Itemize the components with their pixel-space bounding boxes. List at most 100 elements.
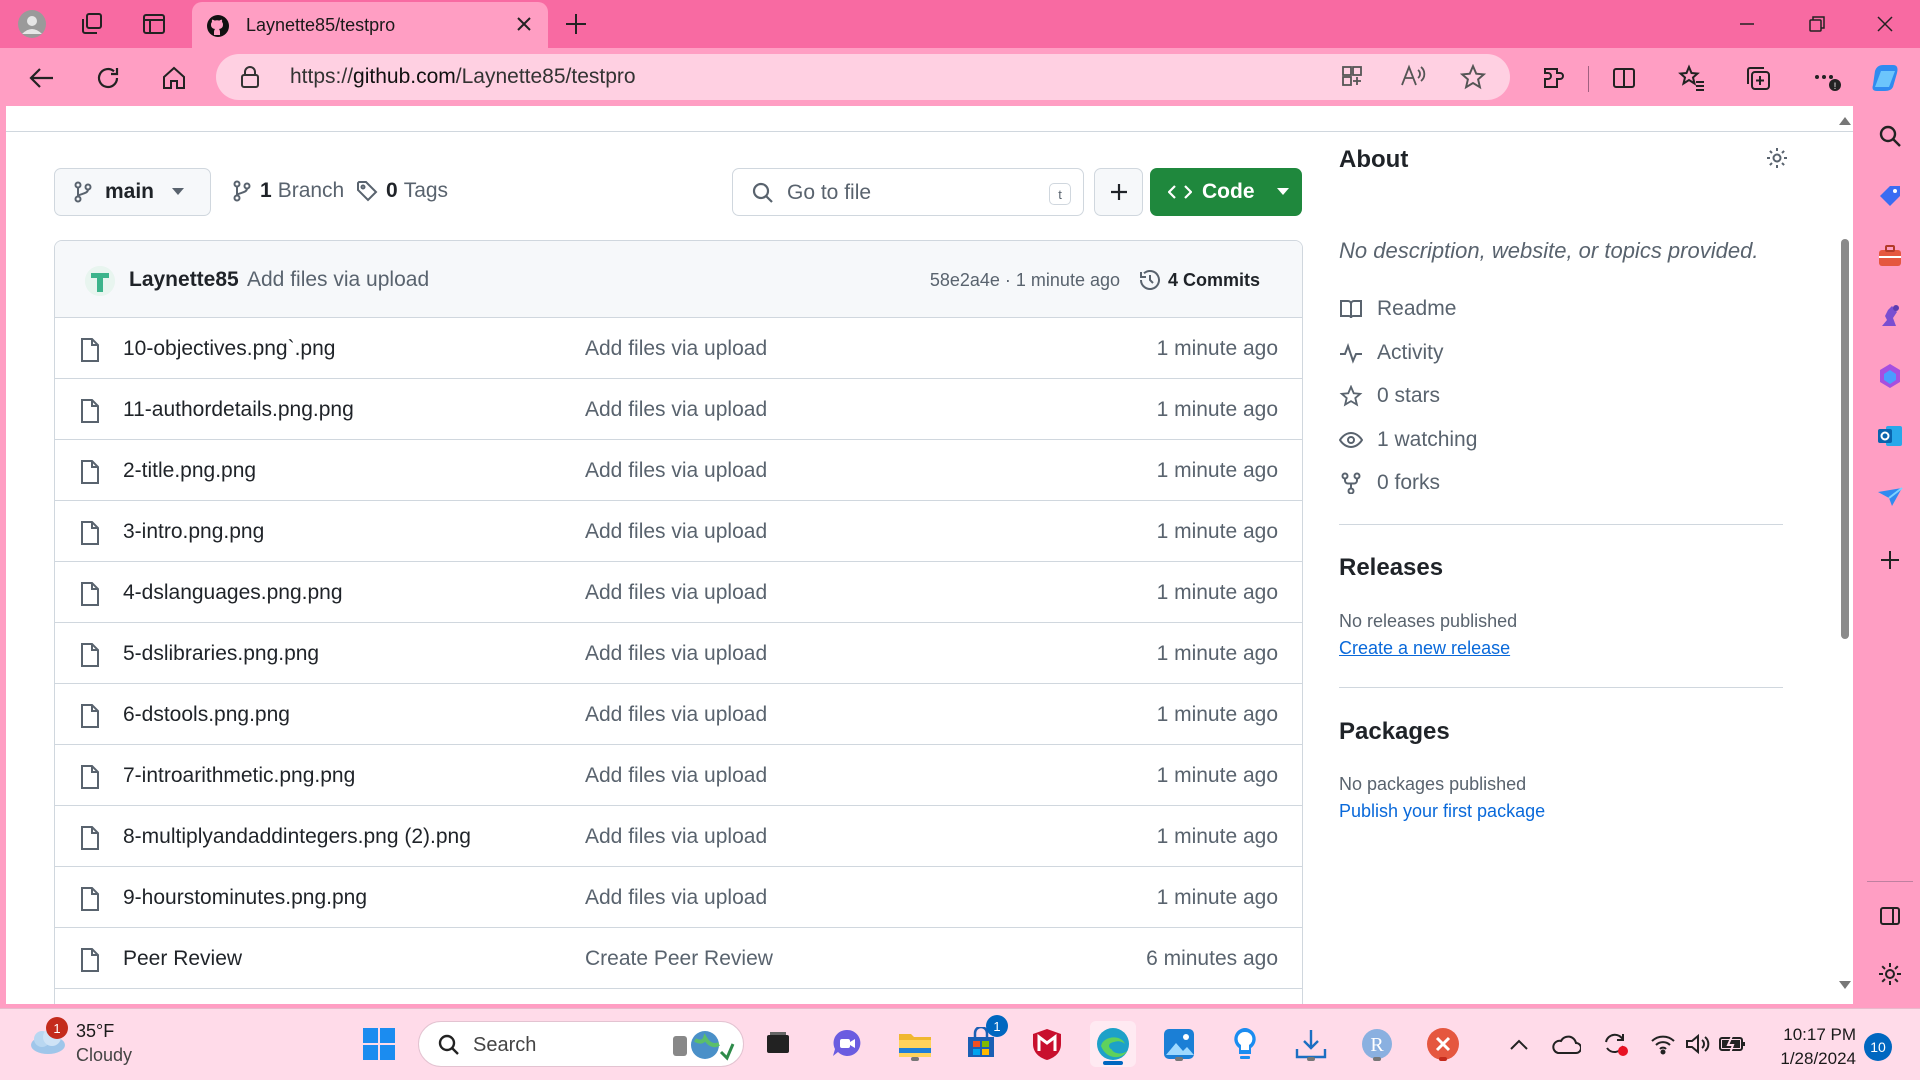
table-row[interactable]: 11-authordetails.png.png Add files via up… — [55, 379, 1302, 440]
file-commit-message-link[interactable]: Create Peer Review — [585, 947, 773, 971]
file-name-link[interactable]: 7-introarithmetic.png.png — [123, 764, 355, 788]
mcafee-icon[interactable] — [1026, 1023, 1068, 1065]
home-icon[interactable] — [154, 58, 194, 98]
commit-author[interactable]: Laynette85 — [129, 268, 239, 292]
sidebar-add-icon[interactable] — [1875, 545, 1905, 575]
app-available-icon[interactable] — [1340, 64, 1364, 93]
readme-link[interactable]: Readme — [1339, 297, 1456, 321]
file-commit-message-link[interactable]: Add files via upload — [585, 764, 767, 788]
table-row[interactable]: 3-intro.png.png Add files via upload 1 min… — [55, 501, 1302, 562]
copilot-icon[interactable] — [1866, 58, 1906, 98]
close-app-icon[interactable] — [1422, 1023, 1464, 1065]
show-hidden-icons-icon[interactable] — [1498, 1023, 1540, 1065]
commits-link[interactable]: 4 Commits — [1138, 268, 1260, 292]
page-scrollbar[interactable] — [1835, 106, 1853, 1004]
back-icon[interactable] — [22, 58, 62, 98]
taskbar-search-input[interactable]: Search — [418, 1021, 744, 1067]
teams-chat-icon[interactable] — [826, 1023, 868, 1065]
table-row[interactable]: 5-dslibraries.png.png Add files via uploa… — [55, 623, 1302, 684]
create-release-link[interactable]: Create a new release — [1339, 638, 1510, 659]
avatar[interactable] — [85, 266, 115, 296]
sidebar-tools-icon[interactable] — [1875, 241, 1905, 271]
weather-widget[interactable]: 1 35°F Cloudy — [26, 1017, 132, 1065]
file-commit-message-link[interactable]: Add files via upload — [585, 520, 767, 544]
extensions-icon[interactable] — [1534, 58, 1574, 98]
branch-selector-button[interactable]: main — [54, 168, 211, 216]
code-button[interactable]: Code — [1150, 168, 1302, 216]
minimize-icon[interactable] — [1712, 0, 1782, 48]
file-commit-message-link[interactable]: Add files via upload — [585, 825, 767, 849]
file-commit-message-link[interactable]: Add files via upload — [585, 886, 767, 910]
favorite-star-icon[interactable] — [1459, 63, 1487, 95]
file-commit-message-link[interactable]: Add files via upload — [585, 337, 767, 361]
go-to-file-input[interactable]: Go to file t — [732, 168, 1084, 216]
watching-link[interactable]: 1 watching — [1339, 428, 1477, 452]
new-tab-icon[interactable] — [560, 8, 592, 40]
file-name-link[interactable]: 4-dslanguages.png.png — [123, 581, 343, 605]
notification-count-badge[interactable]: 10 — [1864, 1033, 1892, 1061]
commit-sha-time[interactable]: 58e2a4e · 1 minute ago — [930, 270, 1120, 291]
add-file-button[interactable] — [1094, 168, 1143, 216]
onedrive-icon[interactable] — [1545, 1023, 1587, 1065]
sidebar-outlook-icon[interactable] — [1875, 421, 1905, 451]
sidebar-drop-icon[interactable] — [1875, 481, 1905, 511]
table-row[interactable]: 9-hourstominutes.png.png Add files via up… — [55, 867, 1302, 928]
table-row[interactable]: Peer Review Create Peer Review 6 minutes a… — [55, 928, 1302, 989]
sidebar-search-icon[interactable] — [1875, 121, 1905, 151]
scrollbar-thumb[interactable] — [1841, 239, 1849, 639]
sidebar-shopping-icon[interactable] — [1875, 181, 1905, 211]
releases-heading[interactable]: Releases — [1339, 554, 1443, 582]
file-name-link[interactable]: 11-authordetails.png.png — [123, 398, 354, 422]
commit-message[interactable]: Add files via upload — [247, 268, 429, 292]
battery-icon[interactable] — [1712, 1023, 1754, 1065]
read-aloud-icon[interactable] — [1400, 64, 1426, 93]
favorites-icon[interactable] — [1672, 58, 1712, 98]
file-commit-message-link[interactable]: Add files via upload — [585, 642, 767, 666]
table-row[interactable]: 6-dstools.png.png Add files via upload 1 m… — [55, 684, 1302, 745]
photos-icon[interactable] — [1158, 1023, 1200, 1065]
publish-package-link[interactable]: Publish your first package — [1339, 801, 1545, 822]
file-name-link[interactable]: 5-dslibraries.png.png — [123, 642, 319, 666]
table-row[interactable]: 2-title.png.png Add files via upload 1 min… — [55, 440, 1302, 501]
refresh-icon[interactable] — [88, 58, 128, 98]
file-commit-message-link[interactable]: Add files via upload — [585, 581, 767, 605]
file-name-link[interactable]: 3-intro.png.png — [123, 520, 264, 544]
edge-browser-icon[interactable] — [1090, 1021, 1136, 1067]
file-commit-message-link[interactable]: Add files via upload — [585, 703, 767, 727]
file-name-link[interactable]: Peer Review — [123, 947, 242, 971]
start-icon[interactable] — [358, 1023, 400, 1065]
file-explorer-icon[interactable] — [894, 1023, 936, 1065]
close-tab-icon[interactable] — [514, 14, 534, 39]
settings-more-icon[interactable]: ! — [1806, 58, 1846, 98]
tips-bulb-icon[interactable] — [1224, 1023, 1266, 1065]
r-app-icon[interactable]: R — [1356, 1023, 1398, 1065]
table-row[interactable]: 8-multiplyandaddintegers.png (2).png Add … — [55, 806, 1302, 867]
forks-link[interactable]: 0 forks — [1339, 471, 1440, 495]
sidebar-settings-icon[interactable] — [1875, 959, 1905, 989]
sync-status-icon[interactable] — [1594, 1023, 1636, 1065]
microsoft-store-icon[interactable]: 1 — [960, 1015, 1008, 1065]
sidebar-games-icon[interactable] — [1875, 301, 1905, 331]
lock-icon[interactable] — [240, 66, 260, 93]
file-name-link[interactable]: 6-dstools.png.png — [123, 703, 290, 727]
url-text[interactable]: https://github.com/Laynette85/testpro — [290, 65, 636, 89]
collections-icon[interactable] — [1738, 58, 1778, 98]
sidebar-hide-icon[interactable] — [1875, 901, 1905, 931]
file-name-link[interactable]: 10-objectives.png`.png — [123, 337, 335, 361]
tab-repo[interactable]: Laynette85/testpro — [192, 2, 548, 48]
address-bar[interactable]: https://github.com/Laynette85/testpro — [216, 54, 1510, 100]
system-clock[interactable]: 10:17 PM 1/28/2024 — [1766, 1023, 1856, 1071]
profile-avatar-icon[interactable] — [16, 8, 48, 40]
tags-link[interactable]: 0 Tags — [356, 179, 448, 203]
downloads-tray-icon[interactable] — [1290, 1023, 1332, 1065]
gear-icon[interactable] — [1765, 146, 1789, 175]
file-commit-message-link[interactable]: Add files via upload — [585, 398, 767, 422]
table-row[interactable]: 10-objectives.png`.png Add files via uplo… — [55, 318, 1302, 379]
close-window-icon[interactable] — [1850, 0, 1920, 48]
file-name-link[interactable]: 8-multiplyandaddintegers.png (2).png — [123, 825, 471, 849]
file-name-link[interactable]: 2-title.png.png — [123, 459, 256, 483]
file-commit-message-link[interactable]: Add files via upload — [585, 459, 767, 483]
workspaces-icon[interactable] — [76, 8, 108, 40]
restore-icon[interactable] — [1782, 0, 1852, 48]
branches-link[interactable]: 1 Branch — [232, 179, 344, 203]
